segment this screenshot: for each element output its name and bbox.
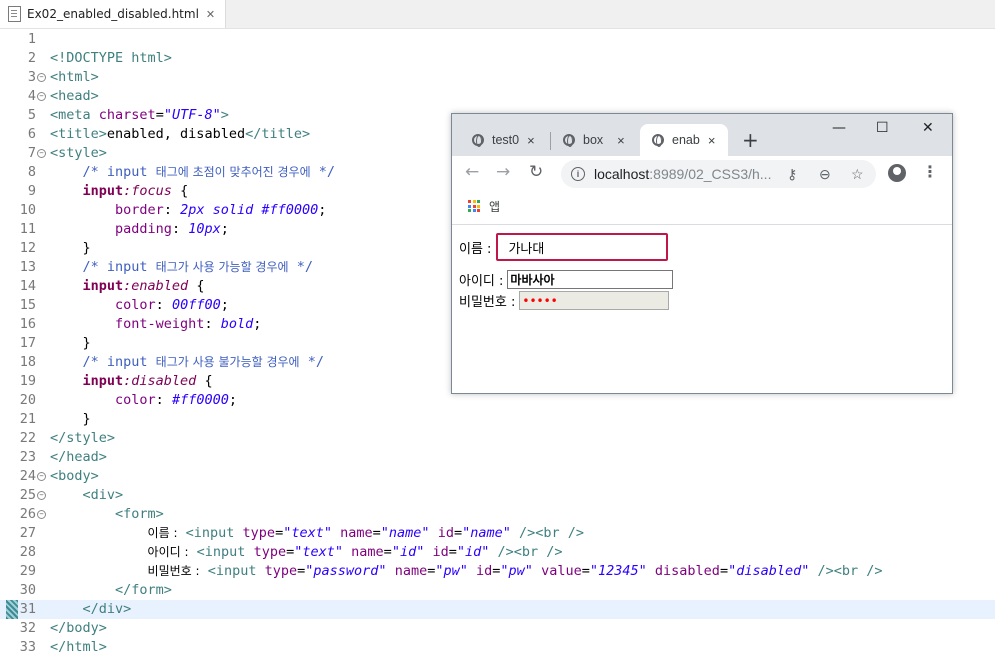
pw-row: 비밀번호 : [459, 291, 670, 310]
fold-toggle-icon[interactable]: − [37, 510, 46, 519]
web-page: 이름 : 아이디 : 비밀번호 : [452, 225, 952, 393]
more-menu-icon[interactable]: ⋮ [922, 162, 938, 181]
editor-tab[interactable]: Ex02_enabled_disabled.html ✕ [0, 0, 227, 28]
editor-tab-bar: Ex02_enabled_disabled.html ✕ [0, 0, 995, 29]
browser-tab-box[interactable]: box × [551, 124, 639, 156]
code-line: 30 </form> [19, 582, 172, 598]
globe-icon [563, 134, 575, 147]
reload-button[interactable]: ↻ [529, 162, 543, 182]
id-label: 아이디 : [459, 274, 504, 289]
browser-titlebar: test0 × box × enab × + — ☐ ✕ [452, 114, 952, 156]
close-tab-icon[interactable]: ✕ [206, 8, 215, 21]
name-label: 이름 : [459, 241, 492, 257]
star-icon[interactable]: ☆ [851, 160, 864, 188]
code-line: 25− <div> [19, 487, 124, 503]
code-line: 29 비밀번호 : <input type="password" name="p… [19, 563, 883, 579]
code-line: 1 [27, 31, 36, 47]
fold-toggle-icon[interactable]: − [37, 149, 46, 158]
code-line: 23 </head> [19, 449, 107, 465]
minimize-button[interactable]: — [832, 120, 846, 136]
globe-icon [472, 134, 484, 147]
html-file-icon [8, 6, 21, 22]
browser-window: test0 × box × enab × + — ☐ ✕ ← → ↻ i loc… [451, 113, 953, 394]
code-line: 4− <head> [27, 88, 99, 104]
address-path: :8989/02_CSS3/h... [649, 166, 772, 182]
profile-avatar-icon[interactable] [888, 164, 906, 182]
close-tab-icon[interactable]: × [708, 133, 716, 148]
apps-label[interactable]: 앱 [489, 198, 500, 215]
code-line: 22 </style> [19, 430, 116, 446]
code-line: 27 이름 : <input type="text" name="name" i… [19, 525, 585, 541]
code-line: 28 아이디 : <input type="text" name="id" id… [19, 544, 563, 560]
code-line-current: 31 </div> [0, 600, 995, 619]
browser-toolbar: ← → ↻ i localhost:8989/02_CSS3/h... ⚷ ⊖ … [452, 156, 952, 190]
back-button[interactable]: ← [465, 162, 479, 182]
name-row: 이름 : [459, 233, 669, 261]
close-tab-icon[interactable]: × [527, 133, 535, 148]
editor-tab-filename: Ex02_enabled_disabled.html [27, 7, 199, 21]
address-host: localhost [594, 166, 650, 182]
apps-grid-icon[interactable] [468, 200, 480, 212]
browser-tab-label: test0 [492, 133, 520, 147]
globe-icon [652, 134, 664, 147]
password-input [519, 291, 670, 310]
browser-tab-enabled[interactable]: enab × [640, 124, 728, 156]
fold-toggle-icon[interactable]: − [37, 472, 46, 481]
code-line: 21 } [19, 411, 91, 427]
browser-tab-label: box [583, 133, 604, 147]
close-window-button[interactable]: ✕ [922, 120, 934, 136]
new-tab-button[interactable]: + [742, 128, 759, 152]
id-input[interactable] [507, 270, 674, 289]
pw-label: 비밀번호 : [459, 295, 516, 310]
key-icon[interactable]: ⚷ [787, 160, 797, 188]
id-row: 아이디 : [459, 270, 674, 289]
code-line: 2 <!DOCTYPE html> [27, 50, 172, 66]
browser-tab-label: enab [672, 133, 700, 147]
name-input[interactable] [496, 233, 669, 261]
fold-toggle-icon[interactable]: − [37, 73, 46, 82]
code-line: 33 </html> [19, 639, 107, 655]
code-line: 3− <html> [27, 69, 99, 85]
code-line: 26− <form> [19, 506, 164, 522]
code-line: 24− <body> [19, 468, 99, 484]
address-bar[interactable]: i localhost:8989/02_CSS3/h... ⚷ ⊖ ☆ [561, 160, 876, 188]
close-tab-icon[interactable]: × [617, 133, 625, 148]
bookmarks-bar: 앱 [452, 190, 952, 225]
zoom-icon[interactable]: ⊖ [819, 160, 831, 188]
browser-tab-test[interactable]: test0 × [460, 124, 548, 156]
code-line: 32 </body> [19, 620, 107, 636]
maximize-button[interactable]: ☐ [876, 120, 889, 136]
info-icon[interactable]: i [571, 167, 585, 181]
fold-toggle-icon[interactable]: − [37, 92, 46, 101]
fold-toggle-icon[interactable]: − [37, 491, 46, 500]
forward-button[interactable]: → [496, 162, 510, 182]
